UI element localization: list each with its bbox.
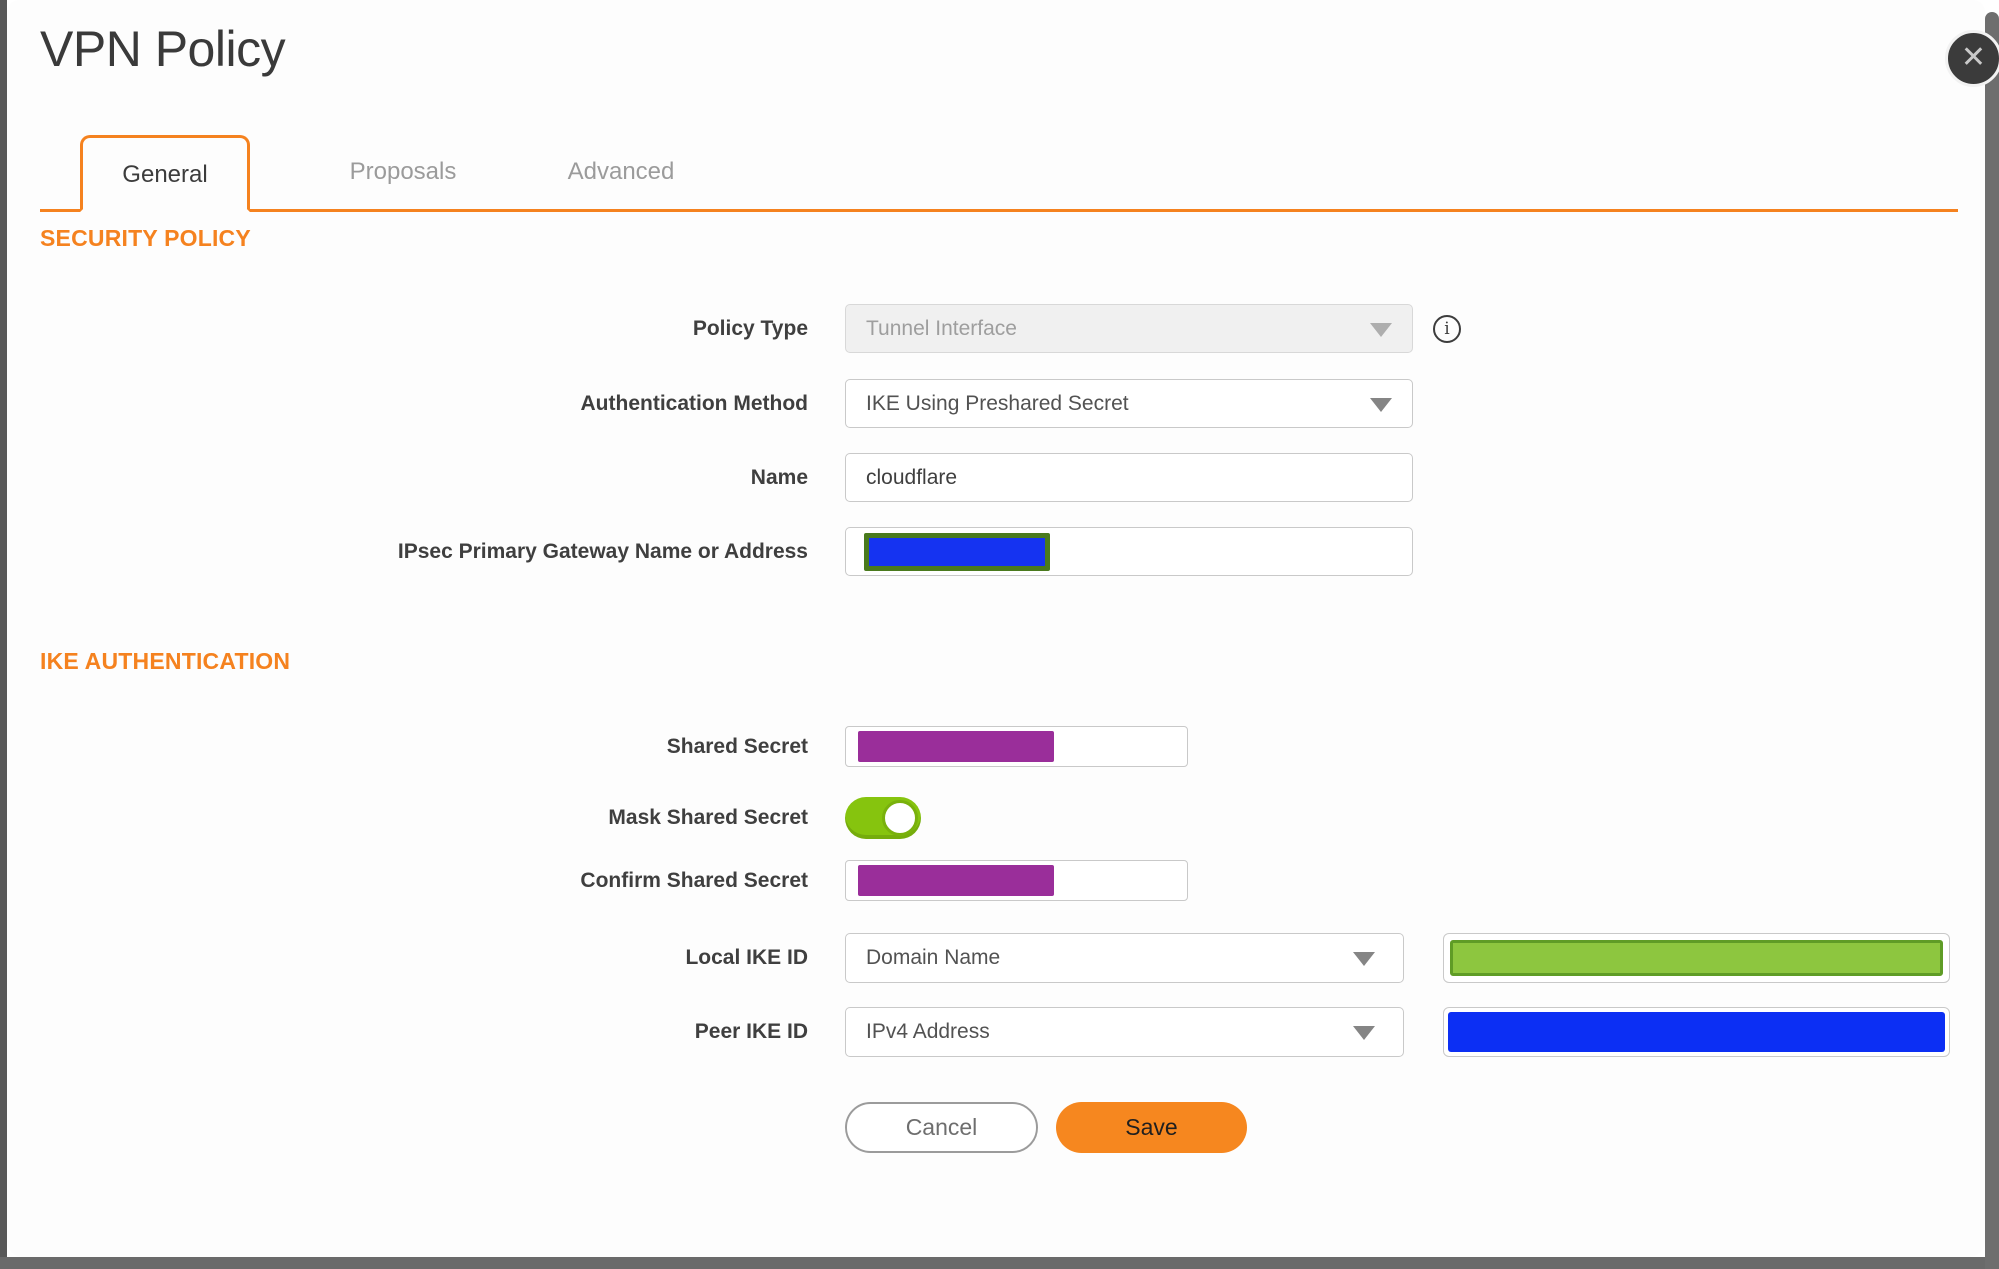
page-edge-left bbox=[0, 0, 7, 1269]
mask-shared-secret-toggle[interactable] bbox=[845, 797, 921, 839]
redacted-shared-secret-value bbox=[858, 731, 1054, 762]
tab-general[interactable]: General bbox=[80, 135, 250, 212]
policy-type-select: Tunnel Interface bbox=[845, 304, 1413, 353]
shared-secret-input[interactable] bbox=[845, 726, 1188, 767]
peer-ike-id-input[interactable] bbox=[1443, 1007, 1950, 1057]
shared-secret-label: Shared Secret bbox=[666, 735, 808, 758]
mask-shared-secret-label: Mask Shared Secret bbox=[608, 806, 808, 829]
local-ike-id-label: Local IKE ID bbox=[685, 946, 808, 969]
peer-ike-id-select[interactable]: IPv4 Address bbox=[845, 1007, 1404, 1057]
confirm-shared-secret-input[interactable] bbox=[845, 860, 1188, 901]
name-label: Name bbox=[750, 466, 808, 489]
close-icon[interactable]: ✕ bbox=[1945, 30, 1999, 87]
dropdown-arrow-icon bbox=[1370, 397, 1392, 412]
info-icon[interactable]: i bbox=[1433, 315, 1461, 343]
toggle-knob bbox=[882, 800, 918, 836]
authentication-method-value: IKE Using Preshared Secret bbox=[866, 391, 1129, 415]
authentication-method-select[interactable]: IKE Using Preshared Secret bbox=[845, 379, 1413, 428]
dropdown-arrow-icon bbox=[1353, 1026, 1375, 1040]
name-value: cloudflare bbox=[866, 465, 958, 489]
redacted-peer-ike-id-value bbox=[1448, 1012, 1945, 1052]
confirm-shared-secret-label: Confirm Shared Secret bbox=[580, 869, 808, 892]
policy-type-label: Policy Type bbox=[692, 317, 808, 340]
local-ike-id-value: Domain Name bbox=[866, 946, 1001, 969]
redacted-local-ike-id-value bbox=[1450, 940, 1943, 976]
peer-ike-id-value: IPv4 Address bbox=[866, 1020, 990, 1043]
section-ike-authentication: IKE AUTHENTICATION bbox=[40, 648, 291, 674]
dropdown-arrow-icon bbox=[1370, 322, 1392, 337]
redacted-gateway-value bbox=[864, 533, 1050, 571]
page-edge-bottom bbox=[0, 1257, 1999, 1269]
dropdown-arrow-icon bbox=[1353, 952, 1375, 966]
peer-ike-id-label: Peer IKE ID bbox=[694, 1020, 808, 1043]
tab-proposals[interactable]: Proposals bbox=[318, 135, 488, 212]
name-input[interactable]: cloudflare bbox=[845, 453, 1413, 502]
cancel-button[interactable]: Cancel bbox=[845, 1102, 1038, 1153]
authentication-method-label: Authentication Method bbox=[580, 392, 808, 415]
gateway-label: IPsec Primary Gateway Name or Address bbox=[397, 540, 808, 563]
tab-advanced[interactable]: Advanced bbox=[536, 135, 706, 212]
redacted-confirm-shared-secret-value bbox=[858, 865, 1054, 896]
policy-type-value: Tunnel Interface bbox=[866, 316, 1017, 340]
page-title: VPN Policy bbox=[40, 21, 286, 77]
local-ike-id-select[interactable]: Domain Name bbox=[845, 933, 1404, 983]
section-security-policy: SECURITY POLICY bbox=[40, 225, 251, 251]
local-ike-id-input[interactable] bbox=[1443, 933, 1950, 983]
save-button[interactable]: Save bbox=[1056, 1102, 1247, 1153]
vpn-policy-dialog: VPN Policy General Proposals Advanced SE… bbox=[7, 0, 1985, 1257]
gateway-input[interactable] bbox=[845, 527, 1413, 576]
vertical-scrollbar[interactable] bbox=[1985, 12, 1999, 1269]
tab-bar: General Proposals Advanced bbox=[40, 135, 1958, 212]
